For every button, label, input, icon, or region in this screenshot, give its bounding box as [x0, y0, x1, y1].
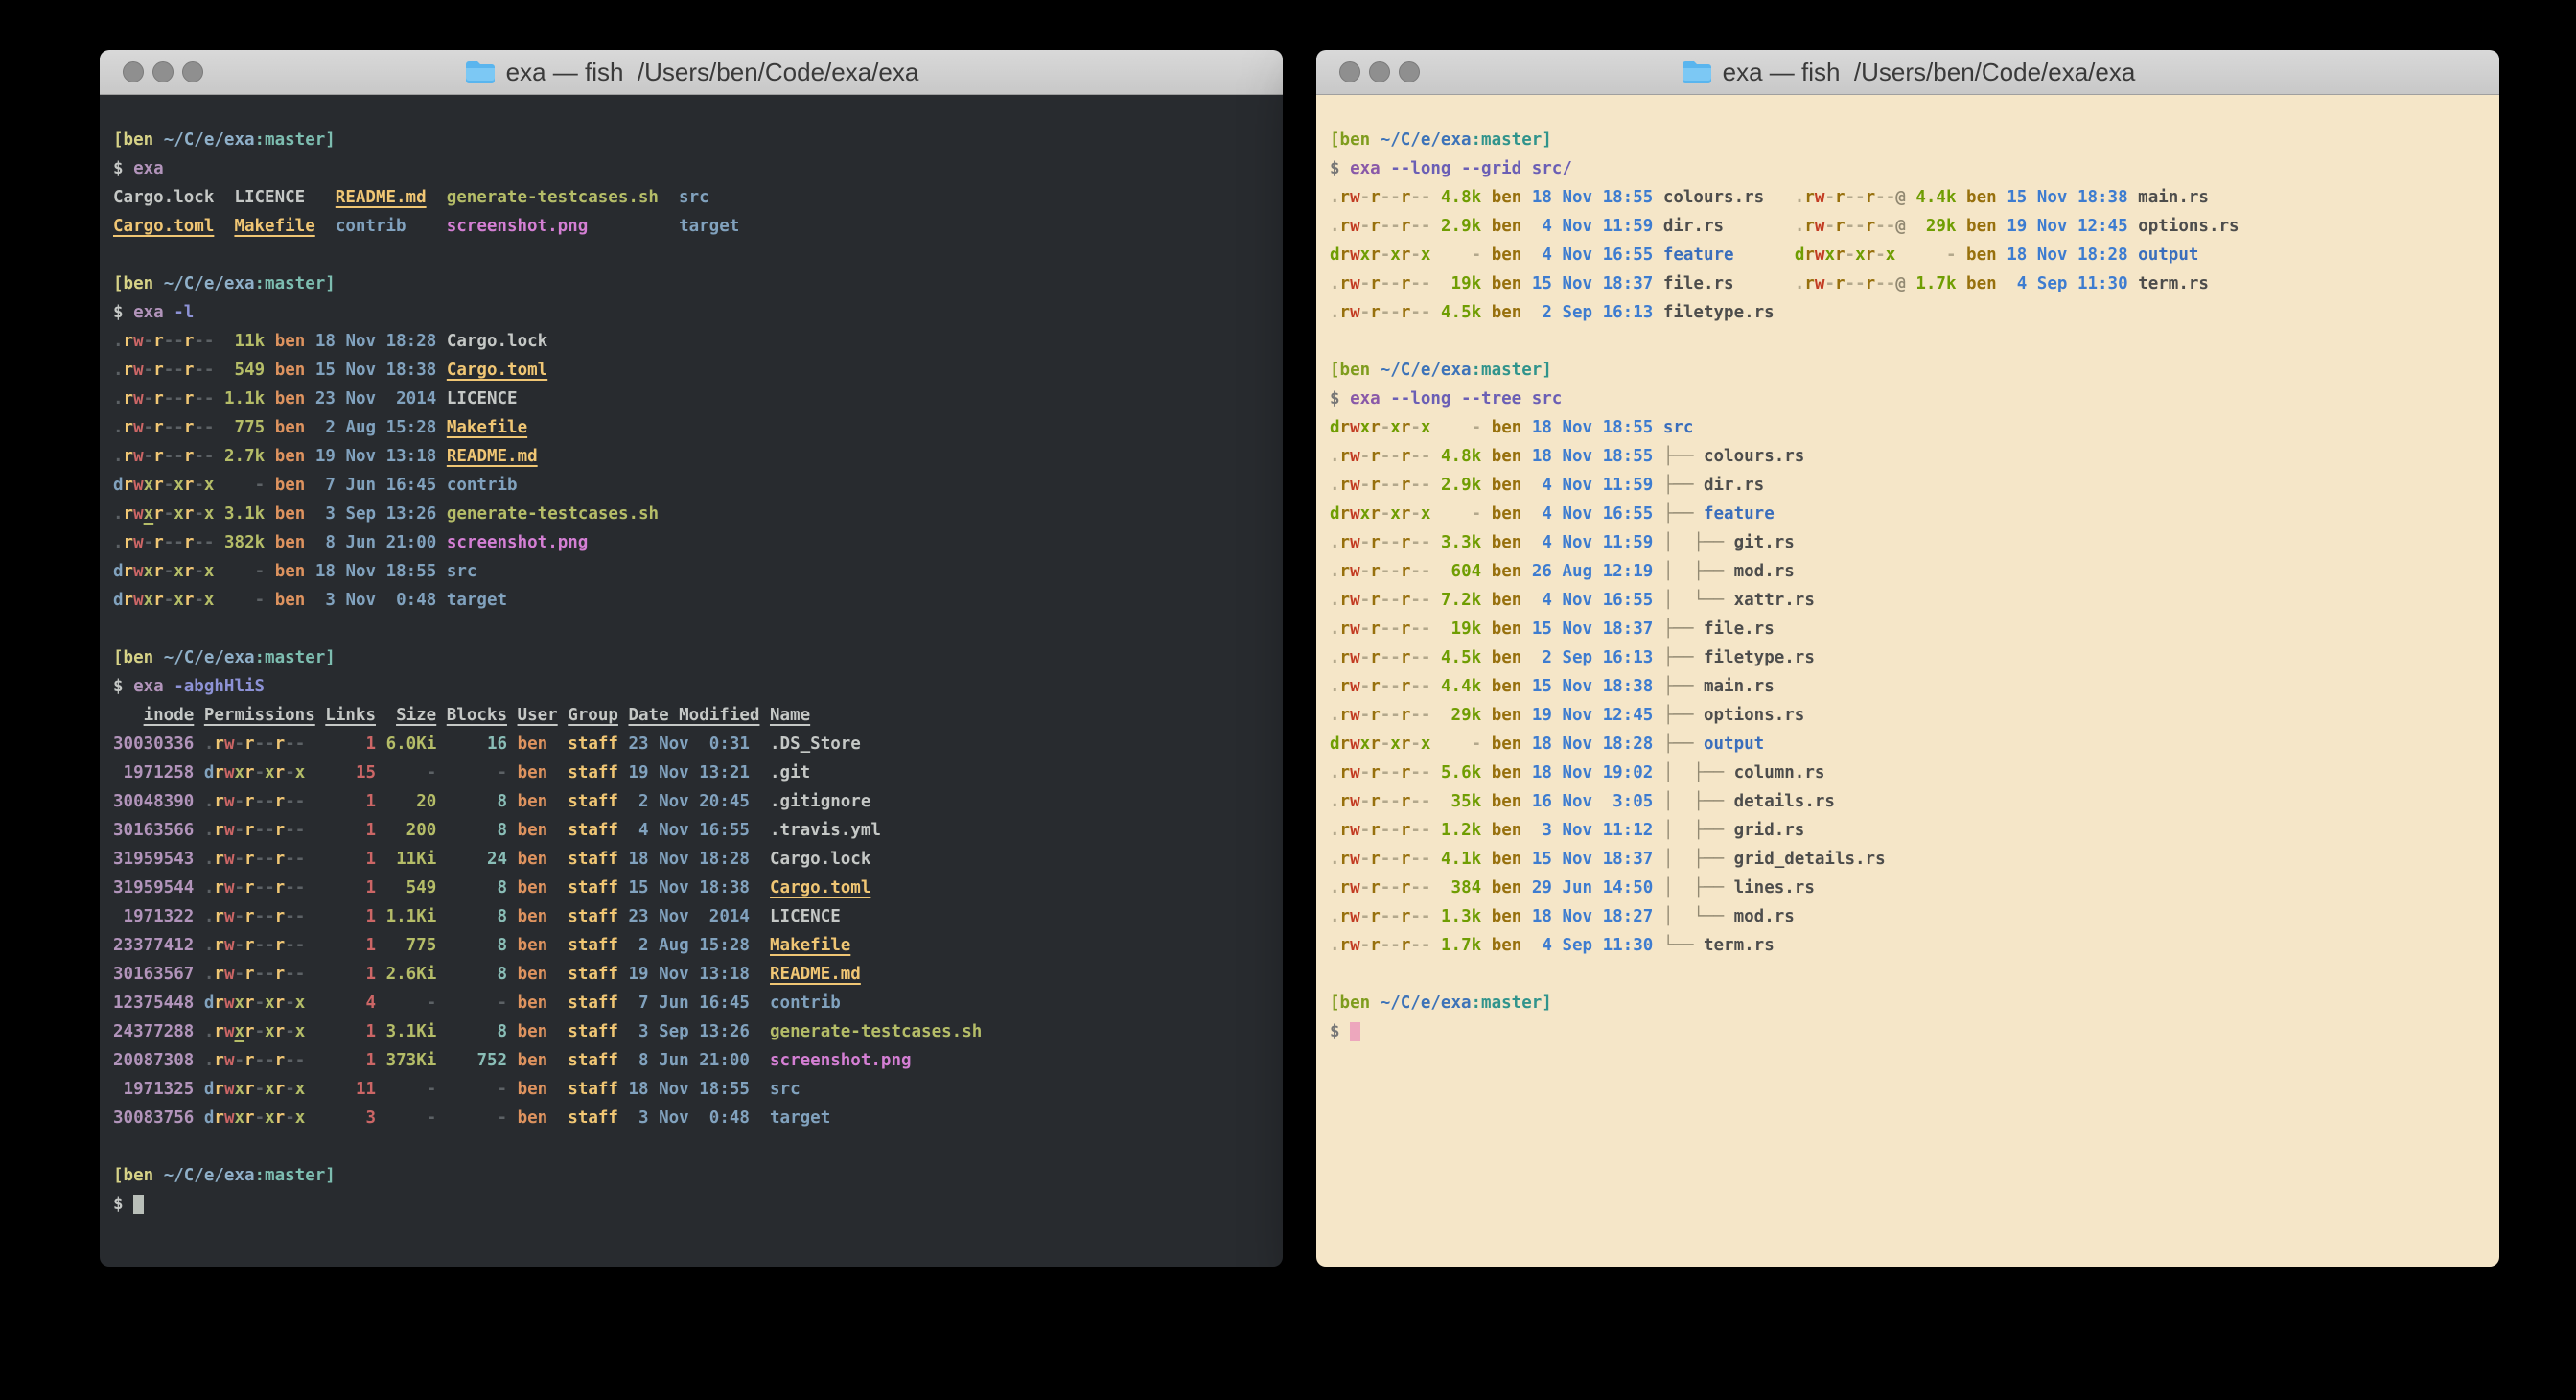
title-bar[interactable]: exa — fish /Users/ben/Code/exa/exa	[1316, 50, 2499, 95]
terminal-line: [ben ~/C/e/exa:master]	[113, 269, 1273, 298]
terminal-line: .rw-r--r-- 19k ben 15 Nov 18:37 file.rs …	[1330, 269, 2490, 298]
terminal-line: 30083756 drwxr-xr-x 3 - - ben staff 3 No…	[113, 1104, 1273, 1132]
terminal-line: drwxr-xr-x - ben 7 Jun 16:45 contrib	[113, 471, 1273, 500]
terminal-line: .rw-r--r-- 4.8k ben 18 Nov 18:55 colours…	[1330, 183, 2490, 212]
terminal-line: $ exa -l	[113, 298, 1273, 327]
terminal-line: [ben ~/C/e/exa:master]	[1330, 126, 2490, 154]
terminal-line: [ben ~/C/e/exa:master]	[1330, 989, 2490, 1017]
terminal-line: 1971322 .rw-r--r-- 1 1.1Ki 8 ben staff 2…	[113, 902, 1273, 931]
text-cursor	[1350, 1022, 1360, 1041]
terminal-line: 30163567 .rw-r--r-- 1 2.6Ki 8 ben staff …	[113, 960, 1273, 989]
terminal-line: .rw-r--r-- 4.4k ben 15 Nov 18:38 ├── mai…	[1330, 672, 2490, 701]
terminal-line: .rw-r--r-- 1.7k ben 4 Sep 11:30 └── term…	[1330, 931, 2490, 960]
terminal-window-left: exa — fish /Users/ben/Code/exa/exa [ben …	[100, 50, 1283, 1267]
title-bar[interactable]: exa — fish /Users/ben/Code/exa/exa	[100, 50, 1283, 95]
terminal-line: $ exa	[113, 154, 1273, 183]
zoom-button[interactable]	[1399, 61, 1420, 82]
terminal-line	[1330, 960, 2490, 989]
terminal-line: 31959543 .rw-r--r-- 1 11Ki 24 ben staff …	[113, 845, 1273, 874]
terminal-line: $	[1330, 1017, 2490, 1046]
terminal-line: drwxr-xr-x - ben 18 Nov 18:55 src	[1330, 413, 2490, 442]
terminal-output-left[interactable]: [ben ~/C/e/exa:master]$ exaCargo.lock LI…	[100, 95, 1283, 1267]
terminal-line: .rw-r--r-- 19k ben 15 Nov 18:37 ├── file…	[1330, 615, 2490, 643]
terminal-line: .rw-r--r-- 604 ben 26 Aug 12:19 │ ├── mo…	[1330, 557, 2490, 586]
terminal-line: $ exa --long --tree src	[1330, 385, 2490, 413]
terminal-line: .rw-r--r-- 3.3k ben 4 Nov 11:59 │ ├── gi…	[1330, 528, 2490, 557]
terminal-line: 20087308 .rw-r--r-- 1 373Ki 752 ben staf…	[113, 1046, 1273, 1075]
folder-icon	[1681, 59, 1713, 85]
close-button[interactable]	[1339, 61, 1360, 82]
terminal-output-right[interactable]: [ben ~/C/e/exa:master]$ exa --long --gri…	[1316, 95, 2499, 1267]
terminal-line: .rw-r--r-- 2.9k ben 4 Nov 11:59 ├── dir.…	[1330, 471, 2490, 500]
terminal-line: .rw-r--r-- 1.1k ben 23 Nov 2014 LICENCE	[113, 385, 1273, 413]
terminal-window-right: exa — fish /Users/ben/Code/exa/exa [ben …	[1316, 50, 2499, 1267]
window-title: exa — fish /Users/ben/Code/exa/exa	[506, 58, 919, 87]
terminal-line: .rw-r--r-- 11k ben 18 Nov 18:28 Cargo.lo…	[113, 327, 1273, 356]
terminal-line: .rw-r--r-- 4.5k ben 2 Sep 16:13 filetype…	[1330, 298, 2490, 327]
terminal-line: 23377412 .rw-r--r-- 1 775 8 ben staff 2 …	[113, 931, 1273, 960]
terminal-line	[113, 615, 1273, 643]
terminal-line: $ exa -abghHliS	[113, 672, 1273, 701]
terminal-line: .rw-r--r-- 7.2k ben 4 Nov 16:55 │ └── xa…	[1330, 586, 2490, 615]
terminal-line: .rw-r--r-- 4.5k ben 2 Sep 16:13 ├── file…	[1330, 643, 2490, 672]
terminal-line: [ben ~/C/e/exa:master]	[113, 643, 1273, 672]
terminal-line: [ben ~/C/e/exa:master]	[1330, 356, 2490, 385]
terminal-line	[1330, 327, 2490, 356]
minimize-button[interactable]	[1369, 61, 1390, 82]
terminal-line: .rw-r--r-- 549 ben 15 Nov 18:38 Cargo.to…	[113, 356, 1273, 385]
terminal-line: .rw-r--r-- 2.9k ben 4 Nov 11:59 dir.rs .…	[1330, 212, 2490, 241]
terminal-line: $ exa --long --grid src/	[1330, 154, 2490, 183]
terminal-line: 31959544 .rw-r--r-- 1 549 8 ben staff 15…	[113, 874, 1273, 902]
terminal-line: .rw-r--r-- 5.6k ben 18 Nov 19:02 │ ├── c…	[1330, 758, 2490, 787]
terminal-line: .rwxr-xr-x 3.1k ben 3 Sep 13:26 generate…	[113, 500, 1273, 528]
terminal-line: 30048390 .rw-r--r-- 1 20 8 ben staff 2 N…	[113, 787, 1273, 816]
terminal-line: Cargo.lock LICENCE README.md generate-te…	[113, 183, 1273, 212]
terminal-line: drwxr-xr-x - ben 3 Nov 0:48 target	[113, 586, 1273, 615]
terminal-line: 30030336 .rw-r--r-- 1 6.0Ki 16 ben staff…	[113, 730, 1273, 758]
terminal-line: .rw-r--r-- 382k ben 8 Jun 21:00 screensh…	[113, 528, 1273, 557]
minimize-button[interactable]	[152, 61, 174, 82]
terminal-line: 1971325 drwxr-xr-x 11 - - ben staff 18 N…	[113, 1075, 1273, 1104]
terminal-line: .rw-r--r-- 4.8k ben 18 Nov 18:55 ├── col…	[1330, 442, 2490, 471]
terminal-line: .rw-r--r-- 2.7k ben 19 Nov 13:18 README.…	[113, 442, 1273, 471]
terminal-line: .rw-r--r-- 29k ben 19 Nov 12:45 ├── opti…	[1330, 701, 2490, 730]
terminal-line: [ben ~/C/e/exa:master]	[113, 126, 1273, 154]
terminal-line: drwxr-xr-x - ben 18 Nov 18:55 src	[113, 557, 1273, 586]
terminal-line: 30163566 .rw-r--r-- 1 200 8 ben staff 4 …	[113, 816, 1273, 845]
text-cursor	[133, 1195, 144, 1214]
terminal-line: $	[113, 1190, 1273, 1219]
terminal-line: .rw-r--r-- 4.1k ben 15 Nov 18:37 │ ├── g…	[1330, 845, 2490, 874]
terminal-line: [ben ~/C/e/exa:master]	[113, 1161, 1273, 1190]
terminal-line: drwxr-xr-x - ben 4 Nov 16:55 feature drw…	[1330, 241, 2490, 269]
close-button[interactable]	[123, 61, 144, 82]
zoom-button[interactable]	[182, 61, 203, 82]
window-title: exa — fish /Users/ben/Code/exa/exa	[1723, 58, 2136, 87]
terminal-line	[113, 1132, 1273, 1161]
terminal-line: .rw-r--r-- 1.2k ben 3 Nov 11:12 │ ├── gr…	[1330, 816, 2490, 845]
folder-icon	[464, 59, 497, 85]
terminal-line: .rw-r--r-- 384 ben 29 Jun 14:50 │ ├── li…	[1330, 874, 2490, 902]
terminal-line: .rw-r--r-- 1.3k ben 18 Nov 18:27 │ └── m…	[1330, 902, 2490, 931]
terminal-line: .rw-r--r-- 775 ben 2 Aug 15:28 Makefile	[113, 413, 1273, 442]
terminal-line: inode Permissions Links Size Blocks User…	[113, 701, 1273, 730]
terminal-line: drwxr-xr-x - ben 4 Nov 16:55 ├── feature	[1330, 500, 2490, 528]
terminal-line: .rw-r--r-- 35k ben 16 Nov 3:05 │ ├── det…	[1330, 787, 2490, 816]
terminal-line: Cargo.toml Makefile contrib screenshot.p…	[113, 212, 1273, 241]
terminal-line: 12375448 drwxr-xr-x 4 - - ben staff 7 Ju…	[113, 989, 1273, 1017]
terminal-line: 24377288 .rwxr-xr-x 1 3.1Ki 8 ben staff …	[113, 1017, 1273, 1046]
terminal-line	[113, 241, 1273, 269]
terminal-line: 1971258 drwxr-xr-x 15 - - ben staff 19 N…	[113, 758, 1273, 787]
terminal-line: drwxr-xr-x - ben 18 Nov 18:28 ├── output	[1330, 730, 2490, 758]
